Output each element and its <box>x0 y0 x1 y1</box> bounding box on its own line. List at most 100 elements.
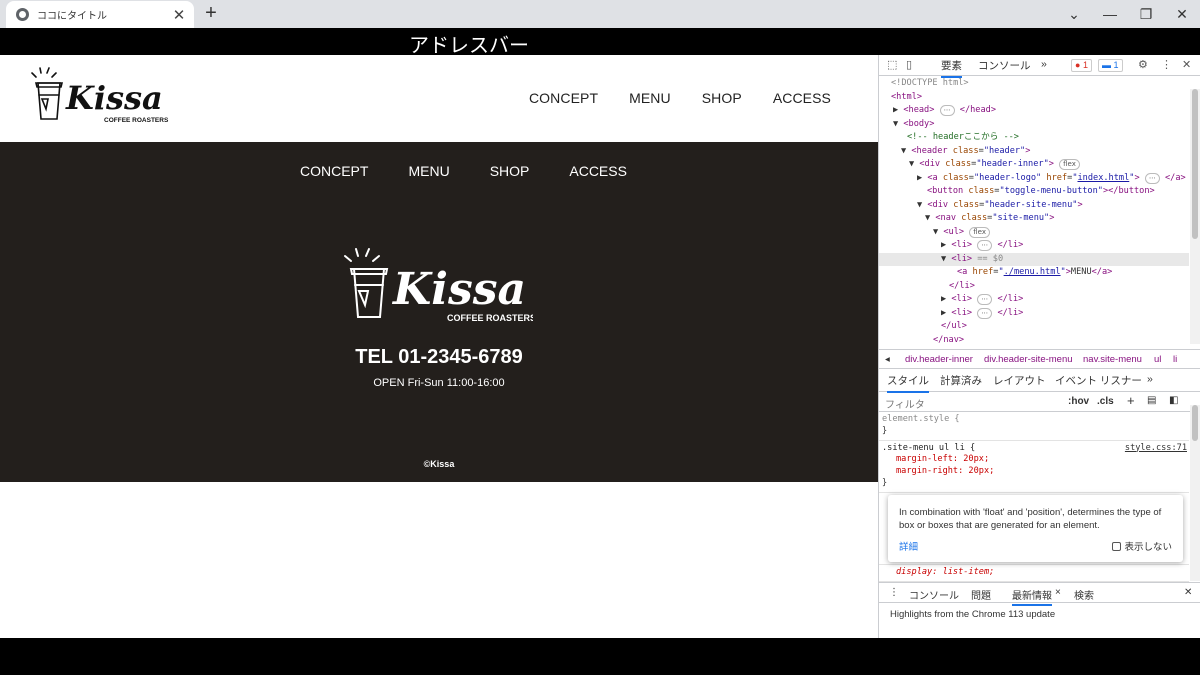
tab-close-button[interactable]: ✕ <box>172 6 186 24</box>
dom-comment[interactable]: <!-- headerここから --> <box>879 131 1189 145</box>
opening-hours: OPEN Fri-Sun 11:00-16:00 <box>373 377 505 389</box>
restore-icon[interactable]: ❐ <box>1128 0 1164 28</box>
dom-tree: <!DOCTYPE html> <html> ▶ <head> ⋯ </head… <box>879 77 1189 349</box>
page-viewport: Kissa COFFEE ROASTERS CONCEPT MENU SHOP … <box>0 55 878 638</box>
dom-scrollbar[interactable] <box>1190 89 1200 344</box>
dom-menu-link[interactable]: <a href="./menu.html">MENU</a> <box>879 266 1189 280</box>
filter-input[interactable]: フィルタ <box>885 396 925 411</box>
tab-console[interactable]: コンソール <box>978 58 1031 73</box>
close-devtools-icon[interactable]: ✕ <box>1182 58 1191 71</box>
dom-li-selected[interactable]: ▼ <li> == $0 <box>879 252 1189 266</box>
site-menu-access[interactable]: ACCESS <box>569 163 627 179</box>
new-tab-button[interactable]: + <box>201 2 221 24</box>
dom-body[interactable]: ▼ <body> <box>879 118 1189 132</box>
close-drawer-icon[interactable]: ✕ <box>1184 587 1192 598</box>
breadcrumb-item[interactable]: nav.site-menu <box>1083 354 1142 365</box>
style-property[interactable]: margin-right: 20px; <box>882 466 1186 478</box>
style-source-link[interactable]: style.css:71 <box>1125 443 1187 455</box>
header-nav-concept[interactable]: CONCEPT <box>529 90 598 106</box>
style-selector[interactable]: element.style { <box>882 414 1186 426</box>
tab-more[interactable]: » <box>1041 58 1047 70</box>
dom-li[interactable]: ▶ <li> ⋯ </li> <box>879 239 1189 253</box>
copyright: ©Kissa <box>423 459 455 469</box>
paint-icon[interactable]: ▤ <box>1147 395 1156 406</box>
dom-header-logo[interactable]: ▶ <a class="header-logo" href="index.htm… <box>879 172 1189 186</box>
kebab-menu-icon[interactable]: ⋮ <box>1161 58 1172 71</box>
style-rule-site-menu: .site-menu ul li { style.css:71 margin-l… <box>879 441 1189 493</box>
header-nav-access[interactable]: ACCESS <box>773 90 831 106</box>
devtools-panel: ⬚ ▯ 要素 コンソール » ● 1 ▬ 1 ⚙ ⋮ ✕ <!DOCTYPE h… <box>878 55 1200 638</box>
dom-nav[interactable]: ▼ <nav class="site-menu"> <box>879 212 1189 226</box>
site-menu-item: MENU <box>408 163 449 181</box>
styles-scrollbar[interactable] <box>1190 405 1200 581</box>
dom-header-inner[interactable]: ▼ <div class="header-inner"> flex <box>879 158 1189 172</box>
dom-header-site-menu[interactable]: ▼ <div class="header-site-menu"> <box>879 199 1189 213</box>
error-count: 1 <box>1082 60 1088 70</box>
dom-li[interactable]: ▶ <li> ⋯ </li> <box>879 307 1189 321</box>
device-toolbar-icon[interactable]: ▯ <box>906 58 912 71</box>
dom-header[interactable]: ▼ <header class="header"> <box>879 145 1189 159</box>
style-property[interactable]: margin-left: 20px; <box>882 454 1186 466</box>
logo-wordmark: Kissa <box>65 79 163 117</box>
drawer-tab-whats-new[interactable]: 最新情報 <box>1012 587 1052 606</box>
tab-more-styles[interactable]: » <box>1147 373 1153 385</box>
message-count-badge[interactable]: ▬ 1 <box>1098 59 1123 72</box>
breadcrumb-item[interactable]: div.header-site-menu <box>984 354 1073 365</box>
drawer-tab-issues[interactable]: 問題 <box>971 587 991 602</box>
breadcrumb-prev-icon[interactable]: ◂ <box>885 354 890 365</box>
drawer-tab-search[interactable]: 検索 <box>1074 587 1094 602</box>
address-bar[interactable]: アドレスバー <box>0 28 1200 57</box>
dom-li-close[interactable]: </li> <box>879 280 1189 294</box>
dom-ul[interactable]: ▼ <ul> flex <box>879 226 1189 240</box>
dom-head[interactable]: ▶ <head> ⋯ </head> <box>879 104 1189 118</box>
style-property[interactable]: display: list-item; <box>882 567 1186 579</box>
drawer-tab-close-icon[interactable]: × <box>1055 587 1061 598</box>
site-menu-concept[interactable]: CONCEPT <box>300 163 368 179</box>
dom-link-index[interactable]: index.html <box>1078 173 1130 183</box>
dom-html[interactable]: <html> <box>879 91 1189 105</box>
dom-link-menu[interactable]: ./menu.html <box>1004 267 1061 277</box>
site-menu-menu[interactable]: MENU <box>408 163 449 179</box>
tooltip-dont-show[interactable]: 表示しない <box>1112 541 1172 554</box>
dom-toggle-button[interactable]: <button class="toggle-menu-button"></but… <box>879 185 1189 199</box>
kissa-logo[interactable]: Kissa COFFEE ROASTERS <box>30 67 170 129</box>
close-window-icon[interactable]: ✕ <box>1164 0 1200 28</box>
minimize-icon[interactable]: — <box>1092 0 1128 28</box>
gear-icon[interactable]: ⚙ <box>1138 58 1148 71</box>
browser-tab[interactable]: ココにタイトル ✕ <box>6 1 194 28</box>
tab-elements[interactable]: 要素 <box>941 58 962 78</box>
drawer-tab-console[interactable]: コンソール <box>909 587 959 602</box>
tooltip-learn-more-link[interactable]: 詳細 <box>899 541 918 554</box>
error-count-badge[interactable]: ● 1 <box>1071 59 1092 72</box>
checkbox-icon[interactable] <box>1112 542 1122 551</box>
css-property-tooltip: In combination with 'float' and 'positio… <box>888 495 1183 562</box>
tab-styles[interactable]: スタイル <box>887 373 929 393</box>
tab-computed[interactable]: 計算済み <box>940 373 982 388</box>
breadcrumb: ◂ div.header-inner div.header-site-menu … <box>879 349 1200 369</box>
header-nav-menu[interactable]: MENU <box>629 90 671 106</box>
site-menu-shop[interactable]: SHOP <box>490 163 530 179</box>
tab-layout[interactable]: レイアウト <box>993 373 1046 388</box>
site-menu-item: CONCEPT <box>300 163 368 181</box>
inspect-element-icon[interactable]: ⬚ <box>887 58 897 71</box>
dom-nav-close[interactable]: </nav> <box>879 334 1189 348</box>
breadcrumb-item[interactable]: li <box>1173 354 1177 365</box>
header-nav-shop[interactable]: SHOP <box>702 90 742 106</box>
dom-flex-badge[interactable]: flex <box>969 226 990 238</box>
dom-ul-close[interactable]: </ul> <box>879 320 1189 334</box>
dom-doctype[interactable]: <!DOCTYPE html> <box>879 77 1189 91</box>
drawer-menu-icon[interactable]: ⋮ <box>889 587 899 598</box>
add-rule-icon[interactable]: + <box>1127 393 1135 408</box>
hov-toggle[interactable]: :hov <box>1068 396 1089 407</box>
cls-toggle[interactable]: .cls <box>1097 396 1114 407</box>
dom-flex-badge[interactable]: flex <box>1059 159 1080 170</box>
dom-li[interactable]: ▶ <li> ⋯ </li> <box>879 293 1189 307</box>
breadcrumb-item[interactable]: ul <box>1154 354 1161 365</box>
dom-ellipsis: ⋯ <box>977 307 993 319</box>
breadcrumb-item[interactable]: div.header-inner <box>905 354 973 365</box>
sidebar-toggle-icon[interactable]: ◧ <box>1169 395 1178 406</box>
site-menu-list: CONCEPT MENU SHOP ACCESS <box>280 163 647 181</box>
bottom-bar <box>0 638 1200 675</box>
tab-search-icon[interactable]: ⌄ <box>1056 0 1092 28</box>
tab-event-listeners[interactable]: イベント リスナー <box>1055 373 1142 388</box>
